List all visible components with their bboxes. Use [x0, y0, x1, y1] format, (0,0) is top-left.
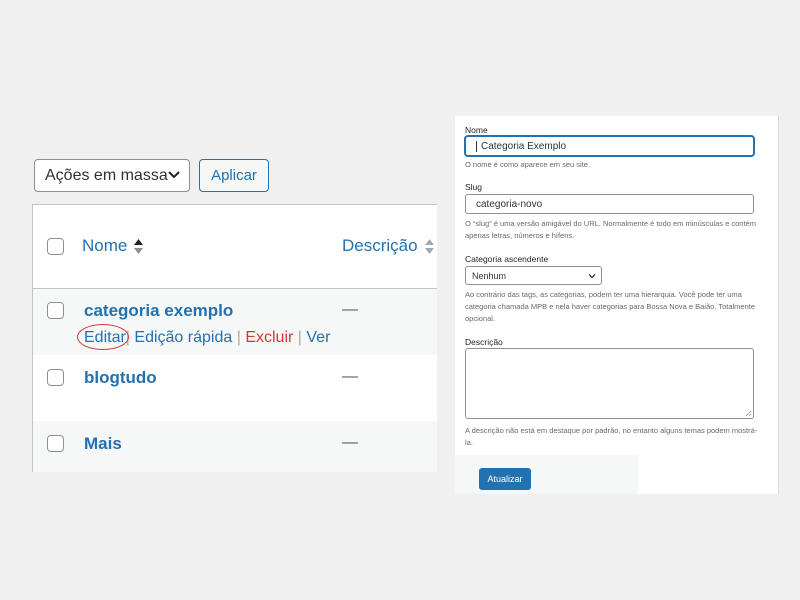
column-description-label: Descrição — [342, 236, 418, 255]
update-button[interactable]: Atualizar — [479, 468, 531, 490]
name-input[interactable]: Categoria Exemplo — [465, 136, 754, 156]
chevron-down-icon — [168, 171, 180, 179]
delete-link[interactable]: Excluir — [245, 329, 293, 346]
slug-input-value: categoria-novo — [476, 198, 543, 210]
bulk-actions-value: Ações em massa — [45, 166, 168, 184]
row-title-link[interactable]: categoria exemplo — [84, 301, 233, 321]
sort-icon — [134, 239, 144, 254]
row-checkbox[interactable] — [47, 302, 64, 319]
name-input-value: Categoria Exemplo — [481, 140, 567, 152]
parent-category-select[interactable]: Nenhum — [465, 266, 602, 285]
slug-label: Slug — [465, 182, 483, 192]
table-header: Nome Descrição — [33, 205, 437, 289]
row-title-link[interactable]: blogtudo — [84, 368, 157, 388]
text-cursor — [476, 140, 477, 152]
sort-icon — [424, 239, 434, 254]
quick-edit-link[interactable]: Edição rápida — [134, 329, 232, 346]
parent-hint: Ao contrário das tags, as categorias, po… — [465, 290, 756, 323]
column-name-label: Nome — [82, 236, 128, 255]
highlight-circle — [77, 324, 129, 350]
separator: | — [236, 329, 241, 346]
row-checkbox[interactable] — [47, 369, 64, 386]
slug-hint: O “slug” é uma versão amigável do URL. N… — [465, 219, 756, 240]
select-all-checkbox[interactable] — [47, 238, 64, 255]
description-label: Descrição — [465, 337, 503, 347]
row-description: — — [342, 368, 358, 385]
chevron-down-icon — [588, 274, 596, 279]
bulk-actions-select[interactable]: Ações em massa — [34, 159, 190, 192]
description-hint: A descrição não está em destaque por pad… — [465, 426, 758, 447]
resize-handle-icon[interactable] — [745, 410, 752, 417]
parent-select-value: Nenhum — [472, 270, 507, 281]
separator: | — [297, 329, 302, 346]
table-row: blogtudo — — [33, 355, 437, 421]
table-row: categoria exemplo — Editar | Edição rápi… — [33, 289, 437, 355]
categories-table: Nome Descrição categoria exemplo — Edita… — [32, 204, 437, 472]
row-description: — — [342, 301, 358, 318]
row-description: — — [342, 434, 358, 451]
column-header-name[interactable]: Nome — [82, 236, 144, 256]
table-row: Mais — — [33, 421, 437, 472]
apply-button[interactable]: Aplicar — [199, 159, 269, 192]
edit-category-form: Nome Categoria Exemplo O nome é como apa… — [455, 116, 779, 494]
name-hint: O nome é como aparece em seu site. — [465, 160, 591, 169]
view-link[interactable]: Ver — [306, 329, 330, 346]
row-actions: Editar | Edição rápida | Excluir | Ver — [77, 324, 330, 350]
slug-input[interactable]: categoria-novo — [465, 194, 754, 214]
row-title-link[interactable]: Mais — [84, 434, 122, 454]
description-textarea[interactable] — [465, 348, 754, 419]
parent-label: Categoria ascendente — [465, 254, 549, 264]
categories-list-panel: Ações em massa Aplicar Nome Descrição ca… — [14, 96, 437, 472]
column-header-description[interactable]: Descrição — [342, 236, 435, 256]
name-label: Nome — [465, 125, 488, 135]
row-checkbox[interactable] — [47, 435, 64, 452]
